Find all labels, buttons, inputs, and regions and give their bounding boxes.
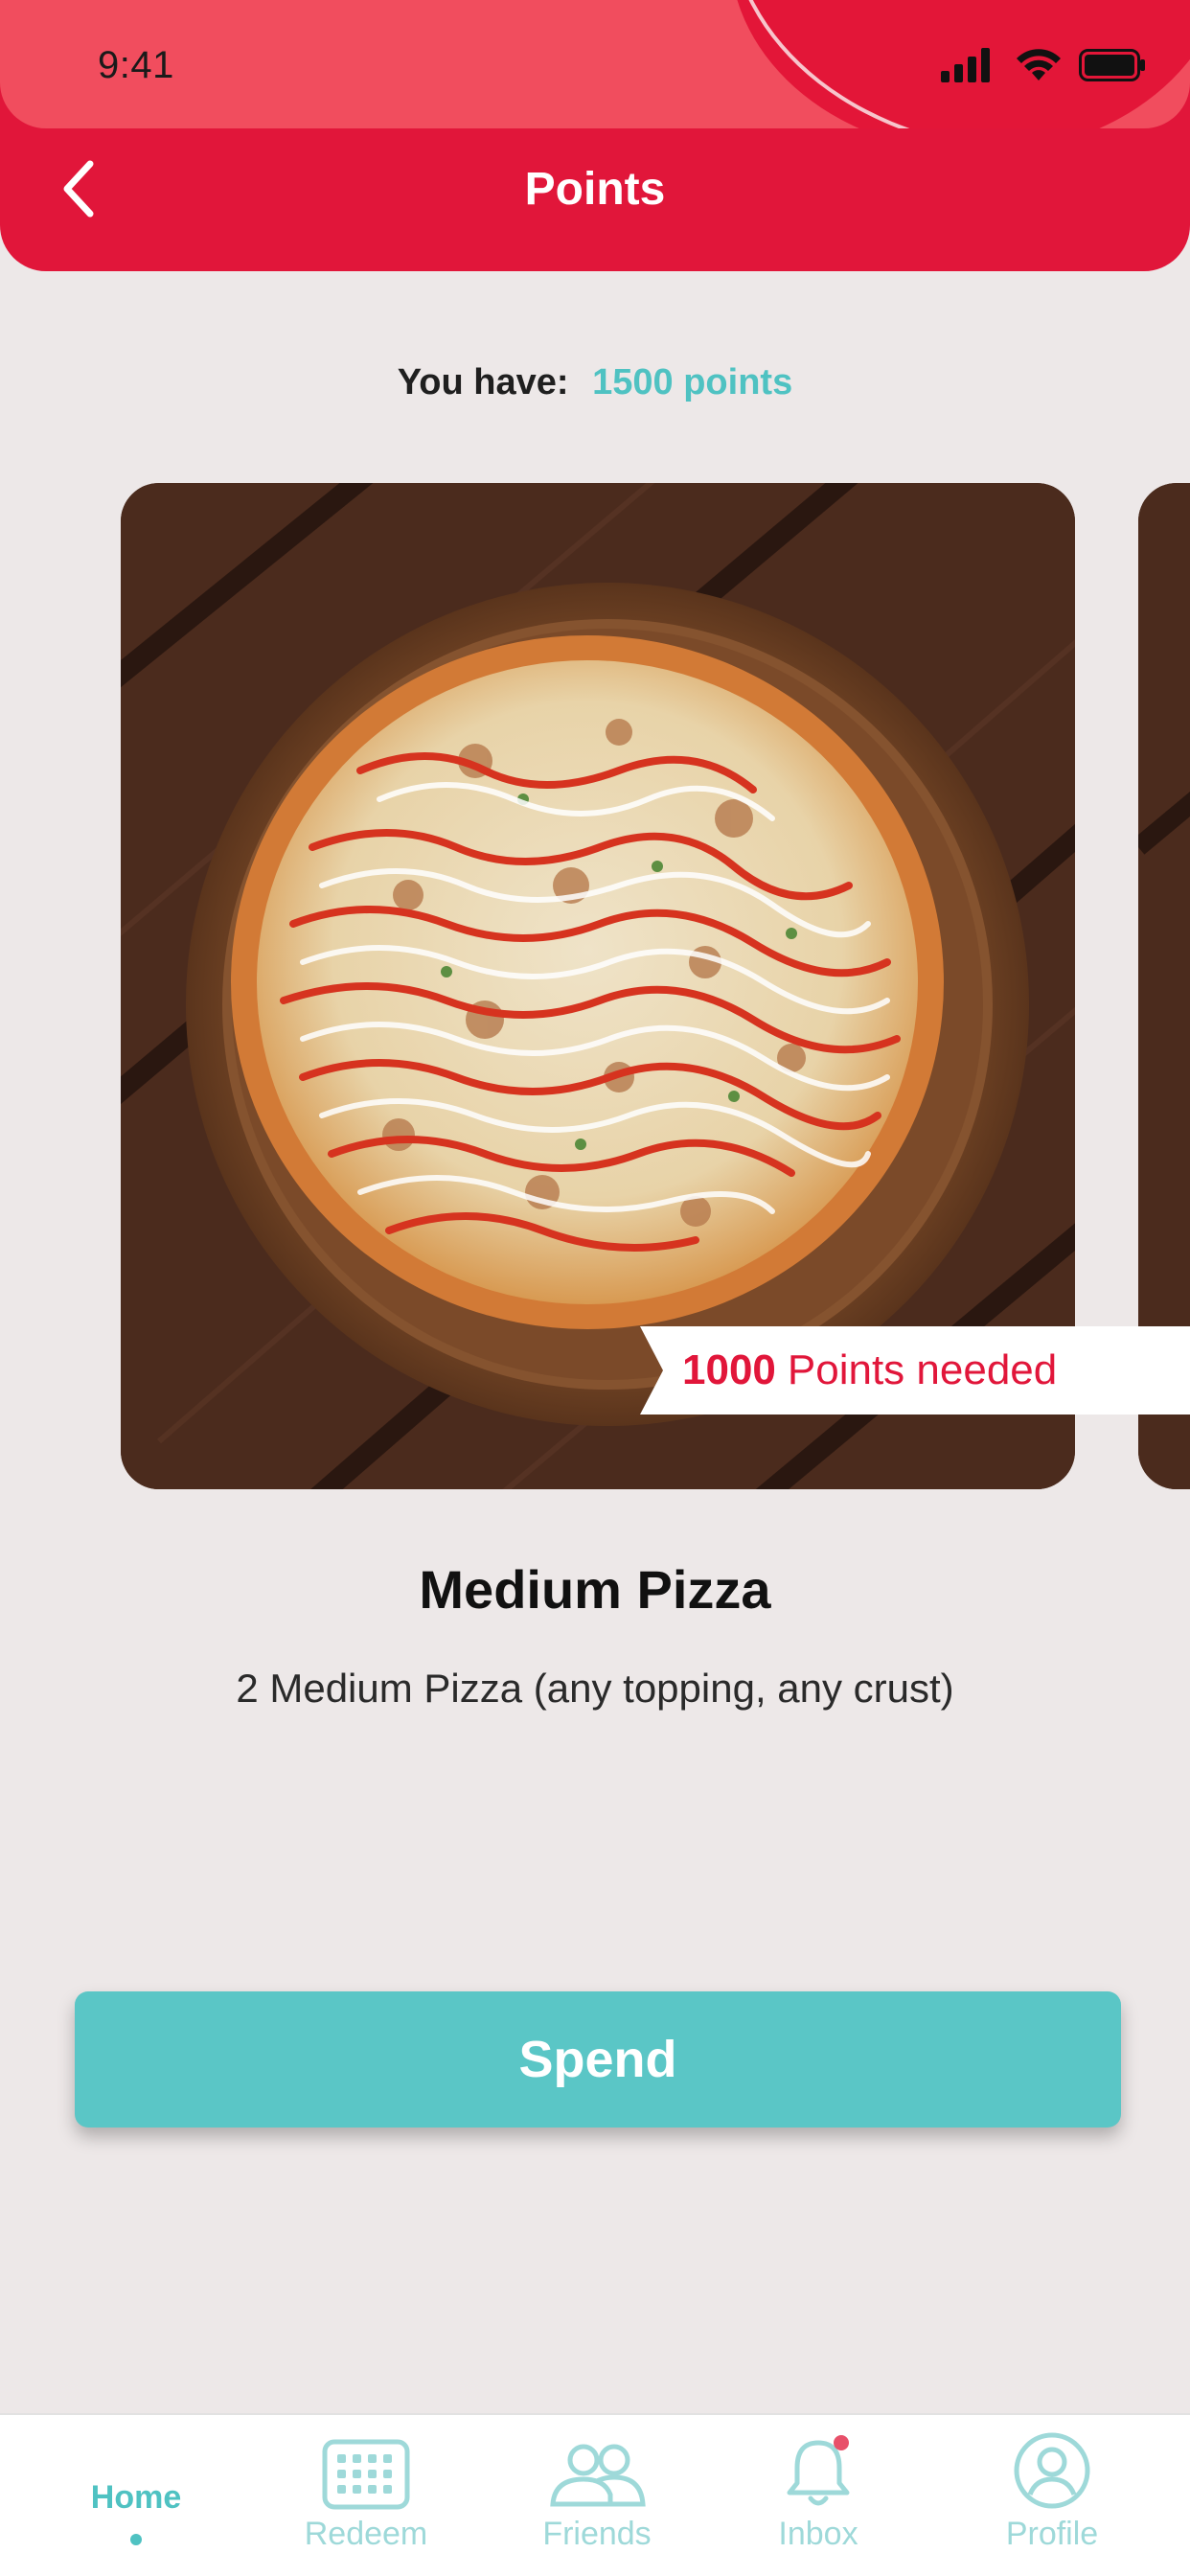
bottom-nav: Home Redeem Friends Inbox Profile [0, 2413, 1190, 2576]
points-balance: You have: 1500 points [0, 362, 1190, 403]
users-icon [550, 2444, 646, 2507]
spend-button[interactable]: Spend [75, 1991, 1121, 2128]
points-needed-label: Points needed [787, 1346, 1058, 1393]
nav-label-redeem: Redeem [304, 2516, 428, 2552]
points-needed-value: 1000 [682, 1346, 776, 1393]
app-header: 9:41 Points [0, 0, 1190, 271]
reward-title: Medium Pizza [419, 1559, 771, 1620]
nav-label-inbox: Inbox [778, 2516, 858, 2552]
active-indicator [130, 2534, 142, 2545]
nav-item-friends[interactable]: Friends [517, 2415, 676, 2576]
nav-item-redeem[interactable]: Redeem [289, 2415, 443, 2576]
notification-badge [834, 2435, 849, 2450]
nav-item-inbox[interactable]: Inbox [742, 2415, 895, 2576]
wifi-icon [1017, 49, 1061, 80]
status-icons [941, 48, 1146, 82]
cellular-signal-icon [941, 48, 990, 82]
status-bar: 9:41 [0, 0, 1190, 128]
nav-label-friends: Friends [542, 2516, 652, 2552]
battery-icon [1079, 49, 1145, 81]
points-screen: 9:41 Points You have: 1500 points 1000 P… [0, 0, 1190, 2576]
user-circle-icon [1014, 2432, 1090, 2509]
nav-label-profile: Profile [1005, 2516, 1099, 2552]
points-balance-label: You have: [397, 362, 569, 402]
points-needed-tag: 1000 Points needed [640, 1326, 1190, 1414]
calendar-icon [322, 2439, 410, 2510]
status-time: 9:41 [98, 44, 174, 86]
bell-icon [787, 2435, 850, 2506]
page-title: Points [524, 164, 666, 215]
nav-label-home: Home [90, 2479, 182, 2516]
nav-item-home[interactable]: Home [59, 2415, 213, 2576]
reward-description: 2 Medium Pizza (any topping, any crust) [236, 1666, 954, 1711]
nav-item-profile[interactable]: Profile [975, 2415, 1129, 2576]
points-balance-value: 1500 points [592, 362, 793, 402]
